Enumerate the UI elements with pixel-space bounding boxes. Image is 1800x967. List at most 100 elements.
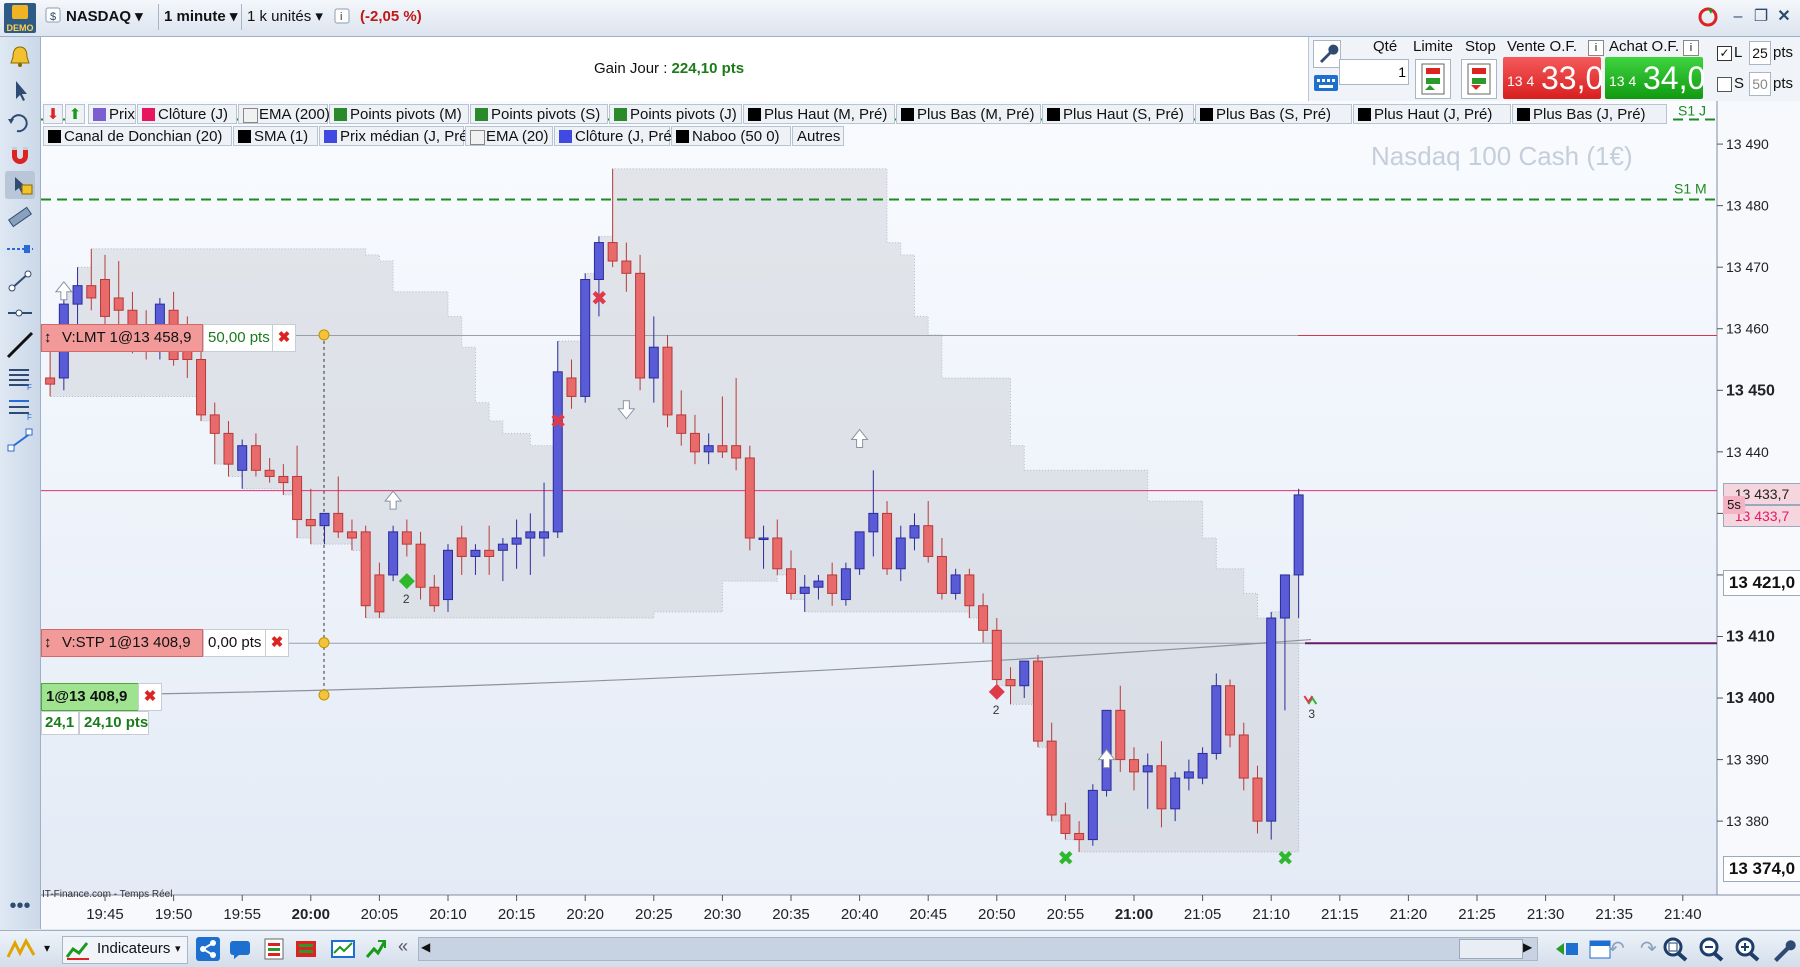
cursor-icon[interactable] bbox=[5, 77, 35, 105]
candle-body[interactable] bbox=[415, 543, 426, 588]
candle-body[interactable] bbox=[401, 531, 412, 545]
lock-cursor-icon[interactable] bbox=[5, 171, 35, 199]
anchor-dot[interactable] bbox=[318, 329, 330, 341]
share-icon[interactable] bbox=[196, 937, 220, 961]
legend-down-icon[interactable]: ⬇ bbox=[43, 104, 63, 124]
zoom-out-icon[interactable] bbox=[1698, 936, 1726, 962]
stop-order-tag[interactable]: ↕ V:STP 1@13 408,9 bbox=[41, 629, 203, 657]
candle-body[interactable] bbox=[497, 543, 508, 551]
candle-body[interactable] bbox=[264, 469, 275, 477]
drag-handle-icon[interactable]: ↕ bbox=[44, 325, 52, 351]
candle-body[interactable] bbox=[1252, 777, 1263, 822]
prorealtime-logo-icon[interactable] bbox=[6, 937, 36, 961]
candle-body[interactable] bbox=[237, 445, 248, 471]
sell-button[interactable]: 13 4 33,0 bbox=[1503, 57, 1603, 99]
long-value[interactable]: 25 bbox=[1749, 41, 1771, 65]
candle-body[interactable] bbox=[813, 580, 824, 588]
collapse-icon[interactable]: « bbox=[398, 936, 408, 957]
scroll-right-icon[interactable]: ▶ bbox=[1523, 940, 1532, 954]
candle-body[interactable] bbox=[593, 242, 604, 280]
candle-body[interactable] bbox=[45, 377, 56, 385]
candle-body[interactable] bbox=[703, 445, 714, 453]
candle-body[interactable] bbox=[484, 549, 495, 557]
candle-body[interactable] bbox=[86, 285, 97, 299]
candle-body[interactable] bbox=[346, 531, 357, 539]
candle-body[interactable] bbox=[1170, 777, 1181, 810]
limit-order-button[interactable] bbox=[1415, 59, 1451, 99]
legend-up-icon[interactable]: ⬆ bbox=[65, 104, 85, 124]
candle-body[interactable] bbox=[1183, 771, 1194, 779]
candle-body[interactable] bbox=[662, 346, 673, 416]
legend-item[interactable]: SMA (1) bbox=[233, 126, 318, 146]
limit-order-tag[interactable]: ↕ V:LMT 1@13 458,9 bbox=[41, 324, 203, 352]
candle-body[interactable] bbox=[648, 346, 659, 379]
short-value[interactable]: 50 bbox=[1749, 72, 1771, 96]
candle-body[interactable] bbox=[333, 512, 344, 533]
candle-body[interactable] bbox=[964, 574, 975, 607]
scroll-left-icon[interactable]: ◀ bbox=[421, 940, 430, 954]
instrument-select[interactable]: NASDAQ ▾ bbox=[66, 4, 143, 30]
cancel-stop-icon[interactable]: ✖ bbox=[265, 629, 289, 657]
candle-body[interactable] bbox=[1087, 789, 1098, 841]
units-select[interactable]: 1 k unités ▾ bbox=[241, 4, 323, 30]
legend-more-button[interactable]: Autres bbox=[792, 126, 844, 146]
candle-body[interactable] bbox=[1156, 765, 1167, 810]
settings-icon[interactable] bbox=[1770, 935, 1796, 963]
candle-body[interactable] bbox=[799, 586, 810, 594]
candle-body[interactable] bbox=[1129, 759, 1139, 773]
candle-body[interactable] bbox=[552, 371, 563, 533]
fibonacci-extension-icon[interactable]: F bbox=[5, 393, 35, 422]
chart-area[interactable]: Gain Jour : 224,10 pts Nasdaq 100 Cash (… bbox=[41, 37, 1800, 929]
sync-icon[interactable] bbox=[1552, 937, 1580, 961]
candle-body[interactable] bbox=[1211, 685, 1222, 754]
alert-bell-icon[interactable] bbox=[5, 43, 35, 71]
logo-dropdown-icon[interactable]: ▾ bbox=[44, 941, 50, 955]
ruler-icon[interactable] bbox=[5, 203, 35, 231]
candle-body[interactable] bbox=[978, 605, 989, 631]
candle-body[interactable] bbox=[909, 525, 920, 539]
short-checkbox[interactable] bbox=[1717, 77, 1732, 92]
qty-input[interactable] bbox=[1339, 59, 1409, 85]
candle-body[interactable] bbox=[250, 445, 261, 471]
legend-item[interactable]: Naboo (50 0) bbox=[671, 126, 791, 146]
legend-item[interactable]: Clôture (J, Pré) bbox=[554, 126, 677, 146]
legend-item[interactable]: EMA (20) bbox=[465, 126, 553, 146]
price-chart[interactable]: Nasdaq 100 Cash (1€) S1 J S1 M 2 ✖ ✖ 2 ✖ ✖ 3 13 38… bbox=[41, 37, 1800, 929]
candle-body[interactable] bbox=[525, 531, 536, 539]
candle-body[interactable] bbox=[456, 537, 467, 557]
candle-body[interactable] bbox=[895, 537, 906, 570]
long-checkbox[interactable]: ✓ bbox=[1717, 46, 1732, 61]
scanner-icon[interactable] bbox=[364, 937, 388, 961]
candle-body[interactable] bbox=[1142, 765, 1153, 773]
minimize-icon[interactable]: – bbox=[1727, 6, 1749, 28]
channel-icon[interactable] bbox=[5, 425, 35, 453]
position-tag[interactable]: 1@13 408,9 bbox=[41, 683, 139, 711]
segment-icon[interactable] bbox=[5, 267, 35, 295]
candle-body[interactable] bbox=[840, 568, 851, 601]
legend-item[interactable]: Points pivots (M) bbox=[329, 104, 469, 124]
candle-body[interactable] bbox=[580, 278, 591, 397]
portfolio-icon[interactable] bbox=[330, 937, 356, 961]
horizontal-line-icon[interactable] bbox=[5, 235, 35, 263]
chat-icon[interactable] bbox=[228, 937, 252, 961]
candle-body[interactable] bbox=[1115, 709, 1126, 761]
candle-body[interactable] bbox=[772, 537, 783, 570]
candle-body[interactable] bbox=[1074, 832, 1085, 841]
restore-icon[interactable]: ❐ bbox=[1750, 6, 1772, 28]
candle-body[interactable] bbox=[1046, 740, 1057, 816]
close-position-icon[interactable]: ✖ bbox=[138, 683, 162, 711]
indicators-button[interactable]: Indicateurs ▾ bbox=[62, 936, 188, 964]
candle-body[interactable] bbox=[209, 414, 220, 434]
scroll-thumb[interactable] bbox=[1459, 939, 1523, 959]
candle-body[interactable] bbox=[113, 297, 124, 311]
candle-body[interactable] bbox=[511, 537, 522, 545]
candle-body[interactable] bbox=[566, 377, 577, 397]
legend-item[interactable]: Points pivots (S) bbox=[470, 104, 608, 124]
candle-body[interactable] bbox=[1266, 617, 1277, 822]
candle-body[interactable] bbox=[470, 549, 481, 557]
candle-body[interactable] bbox=[100, 278, 110, 317]
timeframe-select[interactable]: 1 minute ▾ bbox=[158, 4, 237, 30]
candle-body[interactable] bbox=[72, 285, 83, 305]
stop-order-button[interactable] bbox=[1461, 59, 1497, 99]
settings-wrench-icon[interactable] bbox=[1313, 40, 1341, 68]
